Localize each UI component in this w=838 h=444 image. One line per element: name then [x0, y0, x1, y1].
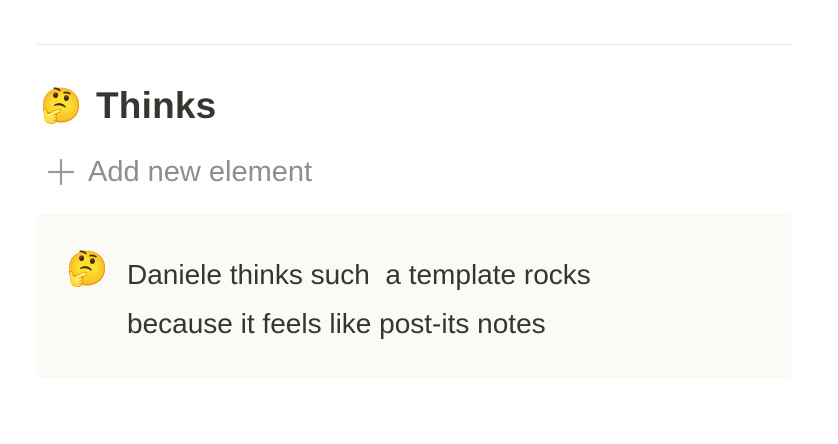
thinking-face-icon[interactable]: 🤔	[66, 252, 108, 286]
plus-icon	[47, 158, 75, 186]
section-heading: 🤔 Thinks	[40, 82, 216, 130]
notion-page: 🤔 Thinks Add new element 🤔 Daniele think…	[0, 0, 838, 444]
add-new-element-button[interactable]: Add new element	[46, 152, 312, 192]
add-new-element-label: Add new element	[88, 155, 313, 188]
callout-text[interactable]: Daniele thinks such a template rocks bec…	[127, 250, 747, 348]
callout-block[interactable]: 🤔 Daniele thinks such a template rocks b…	[36, 214, 792, 378]
thinking-face-icon[interactable]: 🤔	[40, 89, 82, 123]
divider	[36, 44, 792, 45]
section-title[interactable]: Thinks	[96, 85, 216, 127]
